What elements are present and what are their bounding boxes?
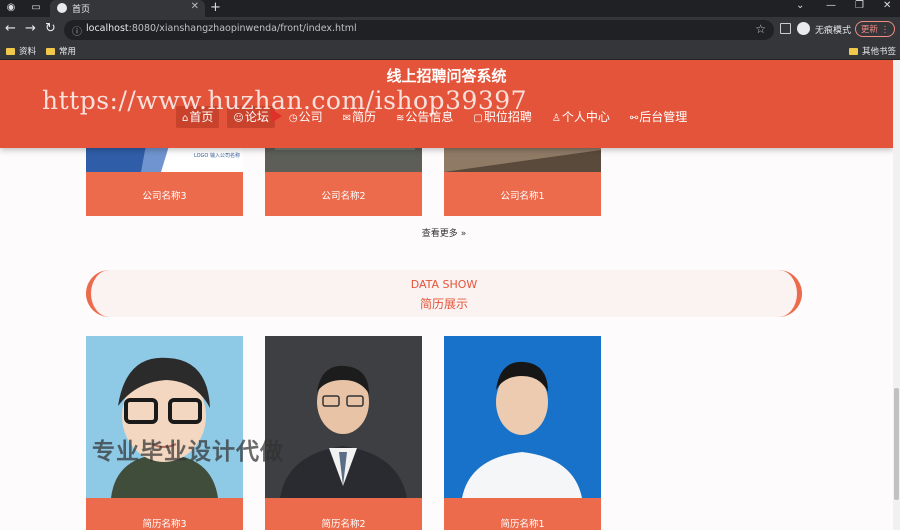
side-panel-icon[interactable] (780, 23, 791, 34)
address-bar[interactable]: ⓘ localhost:8080/xianshangzhaopinwenda/f… (64, 20, 774, 40)
banner-title-cn: 简历展示 (419, 297, 468, 311)
url-text: localhost:8080/xianshangzhaopinwenda/fro… (86, 23, 357, 34)
folder-icon (849, 48, 858, 55)
forward-icon[interactable]: → (25, 22, 36, 36)
resume-photo (86, 336, 243, 498)
bookmarks-bar: 资料 常用 其他书签 (0, 43, 900, 60)
site-title: 线上招聘问答系统 (386, 67, 507, 85)
url-watermark: https://www.huzhan.com/ishop39397 (42, 86, 528, 115)
banner-title-en: DATA SHOW (410, 278, 478, 291)
company-name: 公司名称2 (321, 191, 366, 202)
folder-icon (6, 48, 15, 55)
company-name: 公司名称1 (500, 191, 545, 202)
folder-icon (46, 48, 55, 55)
company-name: 公司名称3 (142, 191, 187, 202)
resume-card[interactable]: 简历名称1 (444, 336, 601, 530)
resume-name: 简历名称1 (500, 519, 545, 530)
resume-name: 简历名称3 (142, 519, 187, 530)
tab-list-icon[interactable]: ▭ (30, 2, 42, 14)
tab-title: 首页 (72, 5, 91, 15)
nav-item-admin[interactable]: ⚯后台管理 (624, 106, 693, 128)
update-button[interactable]: 更新 ⋮ (855, 21, 895, 37)
window-close-icon[interactable]: ✕ (883, 0, 891, 11)
section-banner: DATA SHOW 简历展示 (86, 270, 802, 317)
close-icon[interactable]: ✕ (191, 1, 199, 12)
chevron-down-icon[interactable]: ⌄ (796, 0, 804, 11)
nav-item-profile[interactable]: ♙个人中心 (546, 106, 616, 128)
globe-icon (57, 3, 67, 13)
bookmark-folder[interactable]: 资料 (6, 45, 36, 57)
browser-toolbar: ← → ↻ ⓘ localhost:8080/xianshangzhaopinw… (0, 17, 900, 43)
double-chevron-right-icon: » (460, 229, 467, 239)
info-icon[interactable]: ⓘ (72, 23, 82, 38)
browser-tab-bar: ◉ ▭ 首页 ✕ + ⌄ — ❐ ✕ (0, 0, 900, 17)
resume-photo (265, 336, 422, 498)
resume-card[interactable]: 简历名称2 (265, 336, 422, 530)
browser-tab[interactable]: 首页 ✕ (50, 0, 205, 17)
scrollbar-thumb[interactable] (894, 388, 899, 500)
view-more-link[interactable]: 查看更多 » (0, 226, 888, 239)
bookmark-star-icon[interactable]: ☆ (755, 22, 766, 36)
new-tab-icon[interactable]: + (210, 0, 221, 15)
incognito-avatar[interactable] (797, 22, 810, 35)
chrome-menu-icon[interactable]: ◉ (5, 2, 17, 14)
admin-icon: ⚯ (629, 113, 639, 124)
other-bookmarks[interactable]: 其他书签 (849, 45, 896, 57)
back-icon[interactable]: ← (5, 22, 16, 36)
restore-icon[interactable]: ❐ (855, 0, 864, 11)
reload-icon[interactable]: ↻ (45, 22, 56, 36)
user-icon: ♙ (551, 113, 561, 124)
overlay-watermark-text: 专业毕业设计代做 (92, 439, 284, 465)
minimize-icon[interactable]: — (826, 0, 836, 11)
page-viewport: LOGO 输入公司名称 公司名称3 公司名称2 公司名称1 查看更多 » DAT… (0, 60, 893, 530)
logo-text: LOGO 输入公司名称 (194, 152, 240, 159)
bookmark-folder[interactable]: 常用 (46, 45, 76, 57)
resume-name: 简历名称2 (321, 519, 366, 530)
incognito-label: 无痕模式 (815, 26, 852, 36)
resume-photo (444, 336, 601, 498)
